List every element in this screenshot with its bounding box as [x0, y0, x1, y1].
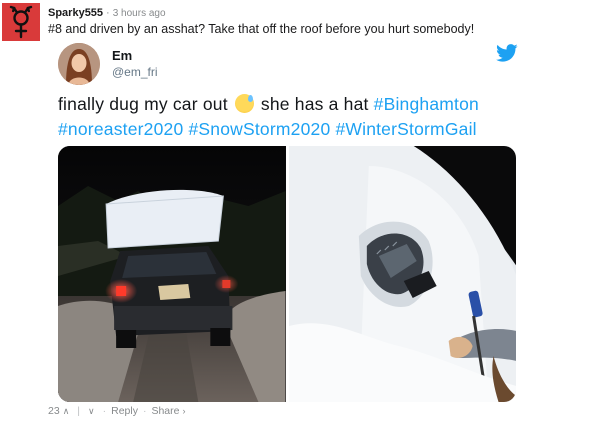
- share-button[interactable]: Share: [151, 405, 179, 417]
- action-separator: ·: [102, 405, 107, 417]
- comment-timestamp[interactable]: 3 hours ago: [113, 8, 166, 19]
- snow-covered-car-mirror-photo[interactable]: [288, 146, 516, 402]
- downvote-arrow-icon[interactable]: ∨: [88, 406, 95, 417]
- embedded-tweet[interactable]: Em @em_fri finally dug my car out she ha…: [48, 38, 530, 404]
- meta-separator: ·: [106, 7, 110, 19]
- chevron-right-icon[interactable]: ›: [183, 406, 186, 416]
- upvote-arrow-icon[interactable]: ∧: [63, 406, 70, 417]
- tweet-text-part-1: finally dug my car out: [58, 94, 228, 114]
- tweet-photos: [58, 146, 516, 402]
- tweet-author-handle[interactable]: @em_fri: [112, 65, 158, 79]
- hashtag-noreaster2020[interactable]: #noreaster2020: [58, 119, 183, 139]
- hashtag-binghamton[interactable]: #Binghamton: [374, 94, 479, 114]
- comment-body: #8 and driven by an asshat? Take that of…: [48, 22, 475, 36]
- car-with-snow-roof-photo[interactable]: [58, 146, 286, 402]
- tweet-author-avatar[interactable]: [58, 43, 100, 85]
- twitter-bird-icon[interactable]: [496, 42, 518, 64]
- mars-venus-symbol-icon: [9, 5, 33, 39]
- action-separator-2: ·: [142, 405, 147, 417]
- vote-divider: |: [77, 405, 81, 417]
- hashtag-winterstormgail[interactable]: #WinterStormGail: [335, 119, 476, 139]
- tweet-text-part-2: she has a hat: [260, 94, 369, 114]
- comment-actions: 23 ∧ | ∨ · Reply · Share ›: [48, 405, 189, 417]
- comment-meta: Sparky555 · 3 hours ago: [48, 7, 166, 20]
- vote-score: 23: [48, 405, 60, 417]
- comment-username[interactable]: Sparky555: [48, 7, 103, 19]
- comment: Sparky555 · 3 hours ago #8 and driven by a…: [0, 0, 600, 430]
- hashtag-snowstorm2020[interactable]: #SnowStorm2020: [188, 119, 330, 139]
- reply-button[interactable]: Reply: [111, 405, 138, 417]
- tweet-author-name[interactable]: Em: [112, 48, 132, 63]
- user-avatar[interactable]: [2, 3, 40, 41]
- tweet-text: finally dug my car out she has a hat #Bi…: [58, 92, 528, 142]
- grinning-sweat-emoji-icon: [234, 94, 254, 113]
